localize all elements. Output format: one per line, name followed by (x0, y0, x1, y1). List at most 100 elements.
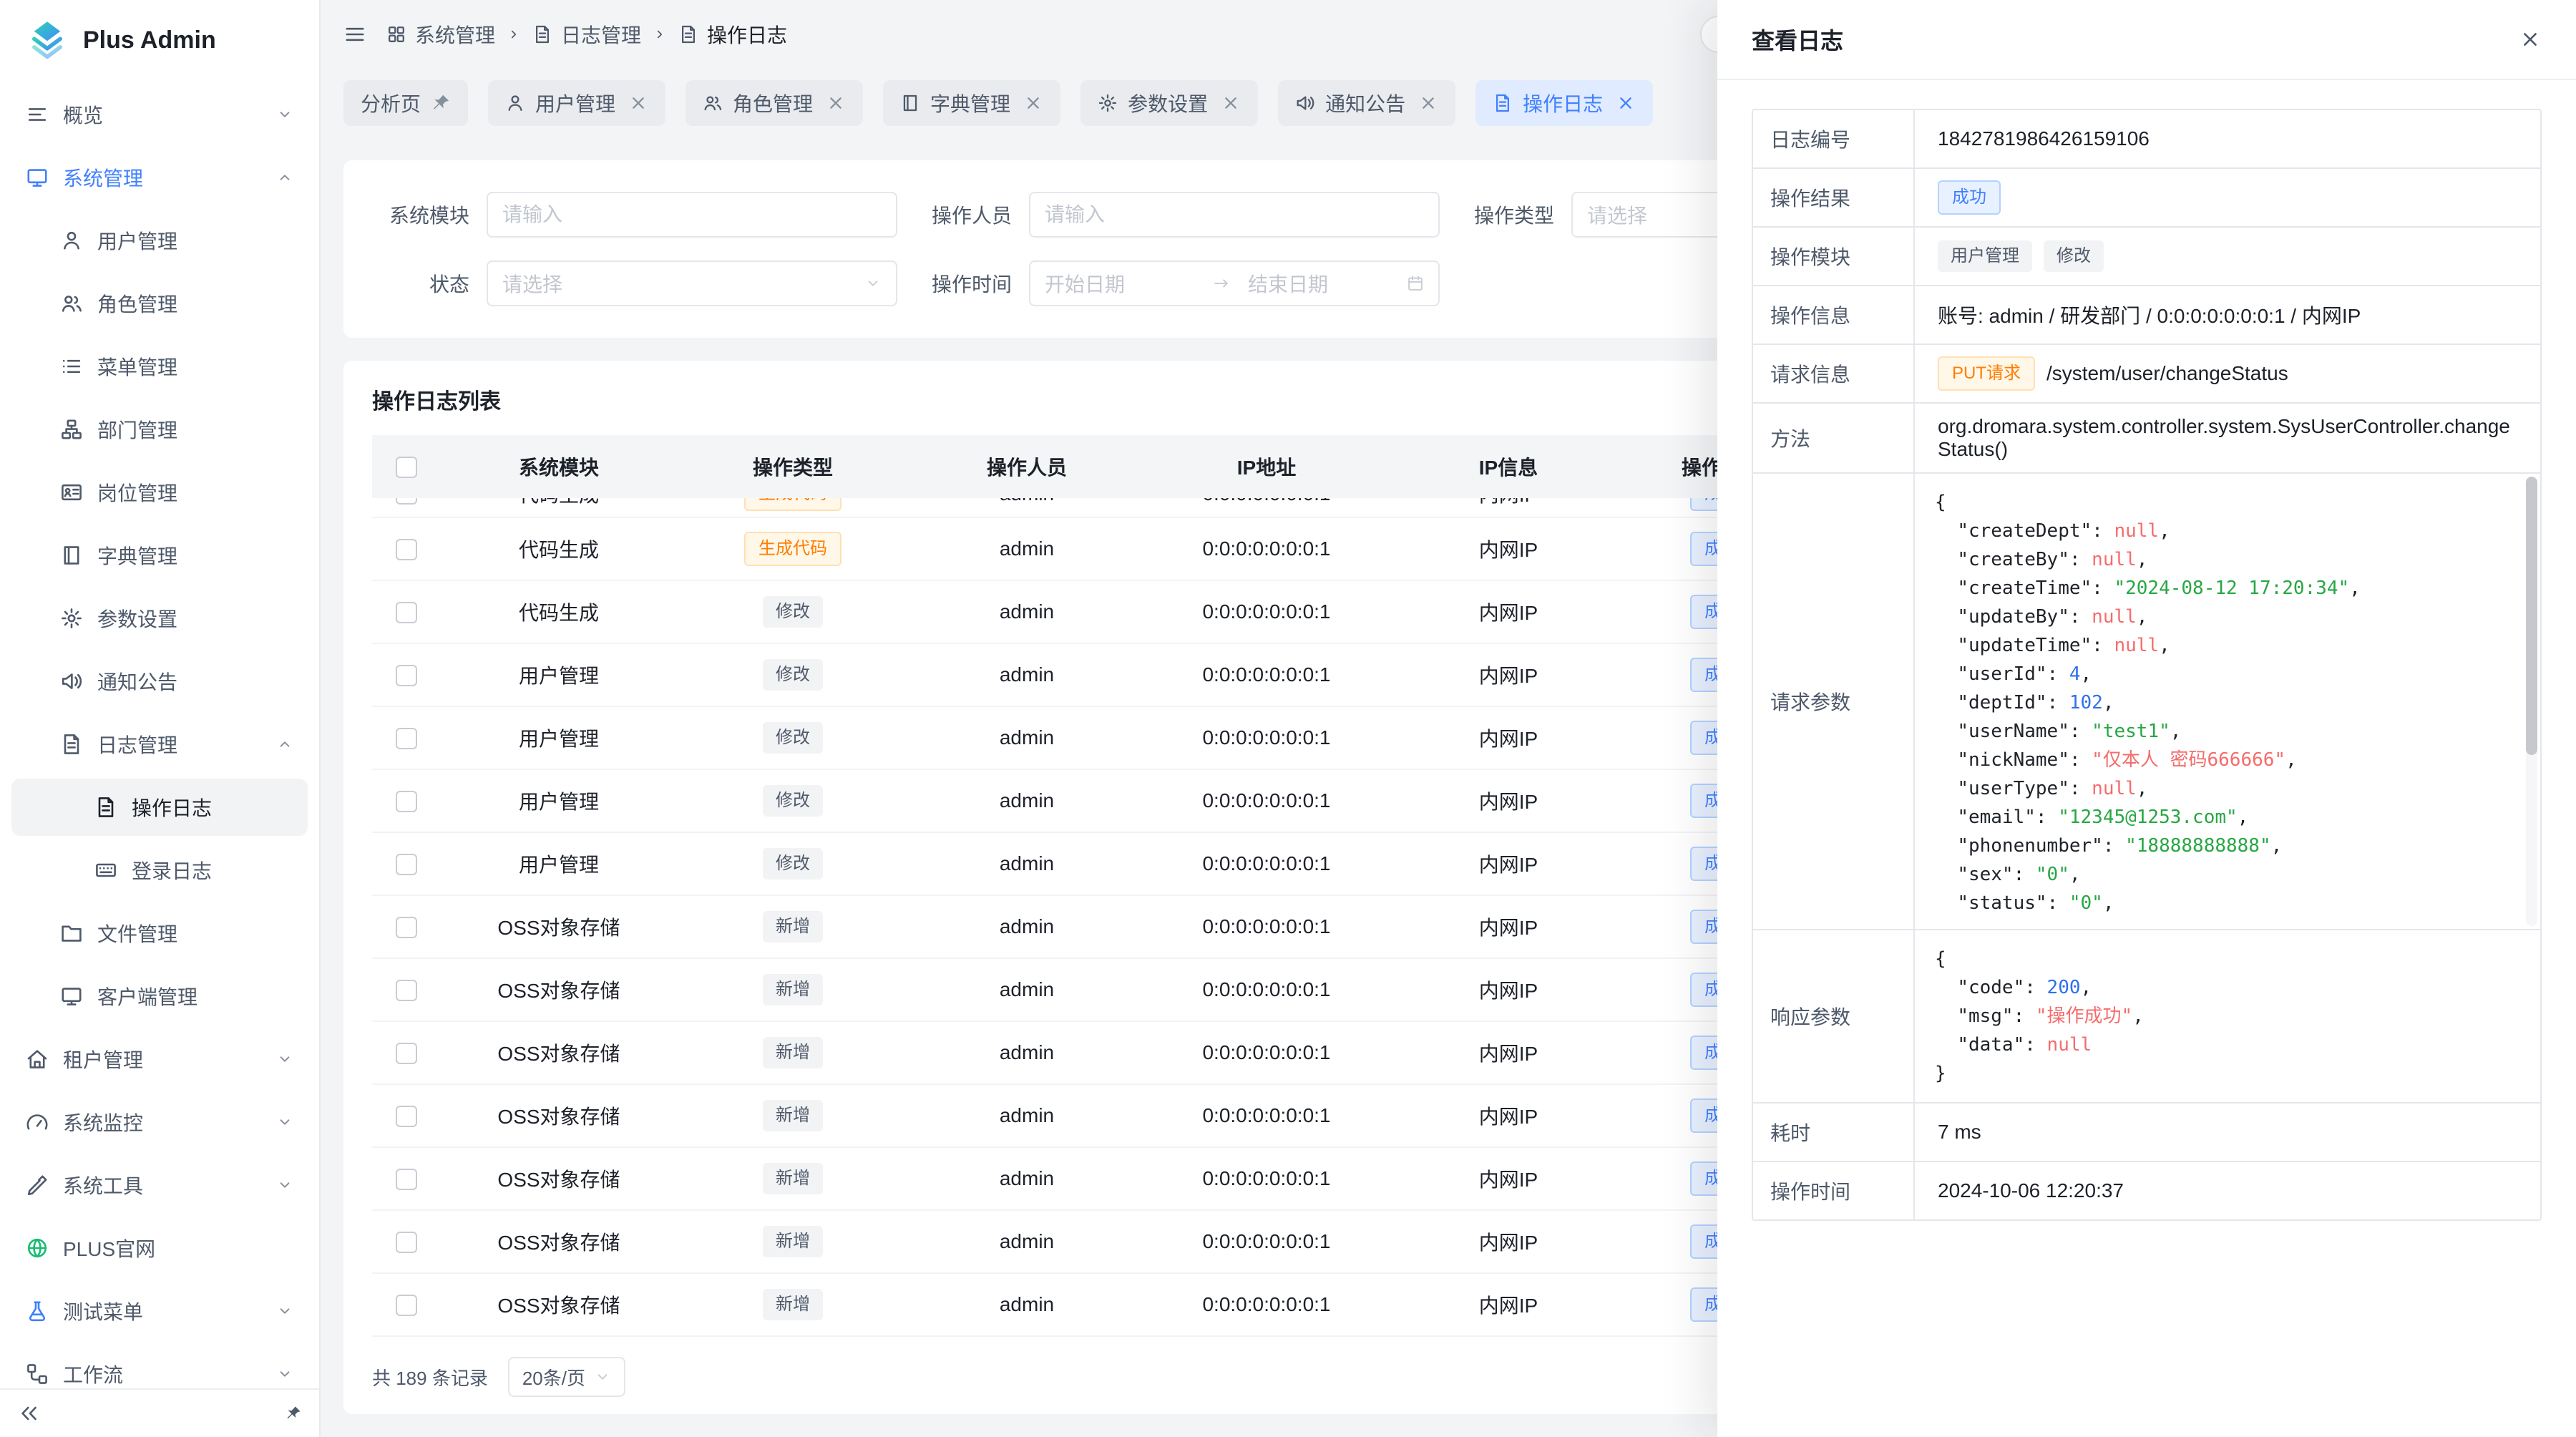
detail-row: 操作结果成功 (1753, 169, 2540, 228)
breadcrumb-item[interactable]: 日志管理 (532, 20, 641, 49)
sidebar-item-clients[interactable]: 客户端管理 (11, 968, 308, 1025)
app-root: Plus Admin 概览系统管理用户管理角色管理菜单管理部门管理岗位管理字典管… (0, 0, 2576, 1437)
filter-operator-input[interactable] (1029, 192, 1440, 238)
pin-icon[interactable] (431, 93, 451, 113)
cell-operator: admin (909, 769, 1145, 832)
sidebar-item-workflow[interactable]: 工作流 (11, 1345, 308, 1388)
filter-operation-time-daterange[interactable]: 开始日期结束日期 (1029, 260, 1440, 306)
sidebar-item-logs[interactable]: 日志管理 (11, 716, 308, 773)
select-all-checkbox[interactable] (396, 457, 417, 478)
detail-label: 操作模块 (1753, 228, 1915, 285)
cell-ip-address: 0:0:0:0:0:0:0:1 (1145, 498, 1388, 517)
tab-close-icon[interactable] (1221, 93, 1241, 113)
detail-value: PUT请求/system/user/changeStatus (1915, 345, 2540, 402)
row-checkbox[interactable] (396, 1043, 417, 1064)
sidebar-pin-icon[interactable] (285, 1405, 302, 1422)
detail-value: 成功 (1915, 169, 2540, 226)
row-checkbox[interactable] (396, 854, 417, 875)
tab-close-icon[interactable] (1023, 93, 1043, 113)
sidebar-item-roles[interactable]: 角色管理 (11, 275, 308, 332)
cell-ip-info: 内网IP (1388, 706, 1629, 769)
tab-2[interactable]: 角色管理 (686, 80, 863, 126)
row-checkbox[interactable] (396, 728, 417, 749)
sidebar-item-system[interactable]: 系统管理 (11, 149, 308, 206)
chevron-down-icon (276, 1177, 293, 1194)
cell-ip-address: 0:0:0:0:0:0:0:1 (1145, 643, 1388, 706)
detail-value: 1842781986426159106 (1915, 110, 2540, 167)
sidebar-item-notice[interactable]: 通知公告 (11, 653, 308, 710)
sidebar-item-test-menu[interactable]: 测试菜单 (11, 1282, 308, 1340)
cell-operator: admin (909, 1084, 1145, 1147)
tab-4[interactable]: 参数设置 (1080, 80, 1258, 126)
cell-operator: admin (909, 498, 1145, 517)
detail-row: 请求参数{ "createDept": null, "createBy": nu… (1753, 474, 2540, 930)
breadcrumb-item[interactable]: 操作日志 (678, 20, 787, 49)
breadcrumb-item[interactable]: 系统管理 (386, 20, 495, 49)
tab-0[interactable]: 分析页 (343, 80, 468, 126)
sidebar-item-files[interactable]: 文件管理 (11, 905, 308, 962)
tab-1[interactable]: 用户管理 (488, 80, 665, 126)
operation-type-tag: 新增 (763, 1037, 823, 1068)
sidebar-item-operation-log[interactable]: 操作日志 (11, 779, 308, 836)
row-checkbox[interactable] (396, 1169, 417, 1190)
cell-ip-address: 0:0:0:0:0:0:0:1 (1145, 769, 1388, 832)
sidebar-item-menus[interactable]: 菜单管理 (11, 338, 308, 395)
sidebar-item-login-log[interactable]: 登录日志 (11, 842, 308, 899)
cell-operator: admin (909, 580, 1145, 643)
sidebar-item-tenants[interactable]: 租户管理 (11, 1031, 308, 1088)
tab-close-icon[interactable] (1418, 93, 1438, 113)
code-scrollbar[interactable] (2526, 477, 2537, 926)
cell-operator: admin (909, 1210, 1145, 1273)
sidebar-item-label: 文件管理 (97, 919, 177, 948)
cell-ip-info: 内网IP (1388, 1273, 1629, 1336)
row-checkbox[interactable] (396, 917, 417, 938)
tab-label: 参数设置 (1128, 89, 1208, 117)
sidebar-item-params[interactable]: 参数设置 (11, 590, 308, 647)
scrollbar-thumb[interactable] (2526, 477, 2537, 755)
cell-system-module: 用户管理 (441, 643, 677, 706)
row-checkbox[interactable] (396, 1106, 417, 1127)
tab-6[interactable]: 操作日志 (1475, 80, 1653, 126)
cell-operator: admin (909, 643, 1145, 706)
close-icon[interactable] (2519, 28, 2542, 51)
collapse-sidebar-icon[interactable] (17, 1402, 40, 1425)
row-checkbox[interactable] (396, 665, 417, 686)
sidebar-item-monitoring[interactable]: 系统监控 (11, 1093, 308, 1151)
row-checkbox[interactable] (396, 498, 417, 505)
row-checkbox[interactable] (396, 791, 417, 812)
tab-close-icon[interactable] (826, 93, 846, 113)
flow-icon (26, 1363, 49, 1385)
row-checkbox[interactable] (396, 1295, 417, 1316)
sidebar-item-tools[interactable]: 系统工具 (11, 1156, 308, 1214)
row-checkbox[interactable] (396, 539, 417, 560)
sidebar-item-plus-site[interactable]: PLUS官网 (11, 1219, 308, 1277)
sidebar-item-label: 测试菜单 (63, 1297, 143, 1325)
row-checkbox[interactable] (396, 1232, 417, 1253)
tab-3[interactable]: 字典管理 (883, 80, 1060, 126)
sidebar-item-dicts[interactable]: 字典管理 (11, 527, 308, 584)
cell-system-module: 用户管理 (441, 706, 677, 769)
cell-ip-address: 0:0:0:0:0:0:0:1 (1145, 580, 1388, 643)
sidebar-item-users[interactable]: 用户管理 (11, 212, 308, 269)
sidebar-item-label: 日志管理 (97, 730, 177, 759)
sidebar-item-label: 用户管理 (97, 226, 177, 255)
row-checkbox[interactable] (396, 980, 417, 1001)
sidebar-item-overview[interactable]: 概览 (11, 86, 308, 143)
tab-close-icon[interactable] (628, 93, 648, 113)
sidebar-item-label: 部门管理 (97, 415, 177, 444)
sidebar-item-depts[interactable]: 部门管理 (11, 401, 308, 458)
page-size-value: 20条/页 (522, 1364, 585, 1390)
filter-status-select[interactable]: 请选择 (487, 260, 897, 306)
sidebar-item-posts[interactable]: 岗位管理 (11, 464, 308, 521)
hamburger-menu-icon[interactable] (343, 23, 366, 46)
detail-tag: 成功 (1938, 180, 2001, 215)
sidebar-item-label: 参数设置 (97, 604, 177, 633)
tab-close-icon[interactable] (1616, 93, 1636, 113)
filter-system-module-input[interactable] (487, 192, 897, 238)
page-size-select[interactable]: 20条/页 (508, 1357, 625, 1397)
operation-type-tag: 新增 (763, 974, 823, 1005)
tab-5[interactable]: 通知公告 (1278, 80, 1455, 126)
cell-ip-info: 内网IP (1388, 958, 1629, 1021)
row-checkbox[interactable] (396, 602, 417, 623)
drawer-title: 查看日志 (1752, 23, 1843, 56)
